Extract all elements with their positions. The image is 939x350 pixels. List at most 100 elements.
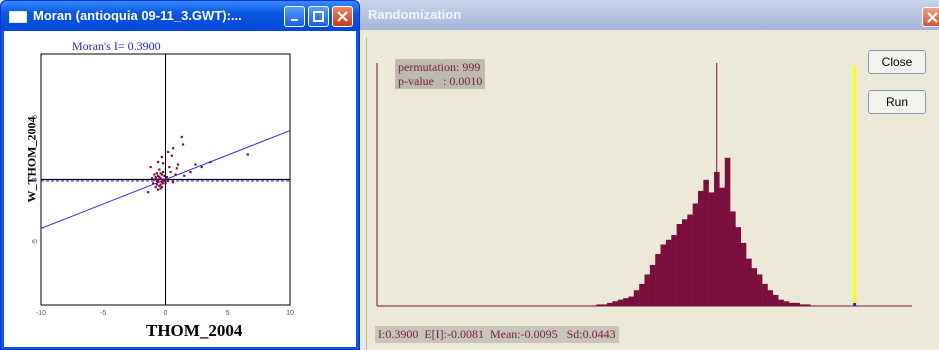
x-tick-label: -5 [100, 310, 106, 317]
y-tick-label: -5 [32, 239, 39, 245]
data-point [171, 147, 175, 150]
data-point [150, 177, 154, 180]
data-point [155, 172, 158, 175]
permutation-count: permutation: 999 [398, 60, 481, 74]
data-point [153, 173, 156, 176]
data-point [168, 165, 171, 169]
data-point [246, 153, 249, 156]
data-point [200, 165, 203, 169]
data-point [162, 178, 165, 181]
data-point [194, 163, 197, 166]
histogram-bar [671, 235, 677, 306]
data-point [180, 135, 183, 139]
data-point [160, 186, 163, 189]
histogram-bar [740, 242, 747, 306]
histogram-bar [703, 179, 709, 306]
data-point [165, 175, 168, 179]
data-point [163, 174, 166, 177]
histogram-bar [719, 187, 725, 306]
histogram-bar [665, 239, 672, 306]
histogram-bar [756, 274, 763, 306]
data-point [209, 160, 212, 164]
data-point [157, 188, 160, 191]
histogram-bar [751, 268, 758, 306]
histogram-bar [681, 219, 688, 306]
data-point [160, 181, 163, 184]
run-button[interactable]: Run [868, 90, 926, 114]
observed-i-base [853, 303, 857, 306]
histogram-bar [639, 283, 645, 306]
histogram-bar [762, 283, 768, 306]
data-point [175, 167, 178, 170]
y-tick-label: 5 [32, 115, 39, 119]
data-point [170, 154, 173, 157]
x-tick-label: 0 [164, 310, 168, 317]
data-point [166, 179, 170, 182]
data-point [159, 172, 162, 175]
statistics-status: I:0.3900 E[I]:-0.0081 Mean:-0.0095 Sd:0.… [375, 326, 619, 343]
histogram-bar [660, 244, 667, 306]
histogram-bar [783, 301, 790, 306]
data-point [164, 182, 167, 185]
histogram-bar [676, 223, 683, 306]
data-point [169, 170, 172, 174]
data-point [154, 177, 157, 180]
data-point [176, 163, 180, 166]
histogram-bar [778, 299, 784, 306]
data-point [171, 181, 175, 184]
histogram-bar [767, 290, 774, 306]
data-point [158, 175, 161, 179]
histogram-bar [655, 253, 661, 306]
data-point [154, 186, 157, 189]
data-point [174, 173, 177, 176]
observed-i-marker [853, 66, 857, 306]
data-point [158, 168, 161, 171]
permutation-histogram [376, 63, 912, 307]
x-tick-label: 5 [226, 310, 230, 317]
histogram-bar [730, 211, 736, 306]
histogram-bar [596, 304, 602, 306]
data-point [166, 150, 170, 154]
histogram-bar [698, 190, 704, 306]
histogram-bar [607, 302, 613, 306]
data-point [162, 170, 165, 174]
data-point [149, 165, 152, 169]
data-point [155, 179, 158, 182]
histogram-bar [805, 304, 811, 306]
histogram-bar [788, 302, 795, 306]
x-tick-label: -10 [36, 310, 46, 317]
histogram-bar [617, 299, 624, 306]
histogram-bar [735, 227, 741, 306]
data-point [160, 155, 163, 159]
histogram-bar [746, 258, 752, 306]
histogram-bar [692, 203, 699, 306]
histogram-bar [799, 304, 806, 306]
histogram-bar [794, 302, 800, 306]
histogram-bar [687, 214, 693, 306]
histogram-bar [644, 274, 651, 306]
data-point [159, 183, 162, 186]
histogram-bar [601, 304, 608, 306]
data-point [189, 170, 192, 174]
data-point [181, 143, 185, 146]
histogram-bar [708, 192, 715, 306]
info-box: permutation: 999 p-value : 0.0010 [395, 59, 486, 89]
p-value: p-value : 0.0010 [398, 74, 483, 88]
data-point [157, 160, 160, 164]
y-tick-label: 0 [32, 177, 39, 181]
close-button[interactable]: Close [868, 50, 926, 74]
histogram-bar [612, 301, 618, 306]
x-tick-label: 10 [286, 310, 294, 317]
histogram-bar [649, 264, 656, 306]
data-point [183, 174, 186, 177]
data-point [162, 162, 165, 165]
data-point [147, 191, 150, 194]
histogram-bar [633, 290, 640, 306]
histogram-bar [628, 296, 634, 306]
histogram-bar [772, 294, 779, 306]
histogram-bar [724, 157, 731, 306]
data-point [152, 182, 155, 185]
data-point [155, 183, 158, 186]
histogram-bar [623, 298, 629, 306]
moran-scatterplot: -10 -5 0 5 10 5 0 -5 [32, 53, 294, 317]
